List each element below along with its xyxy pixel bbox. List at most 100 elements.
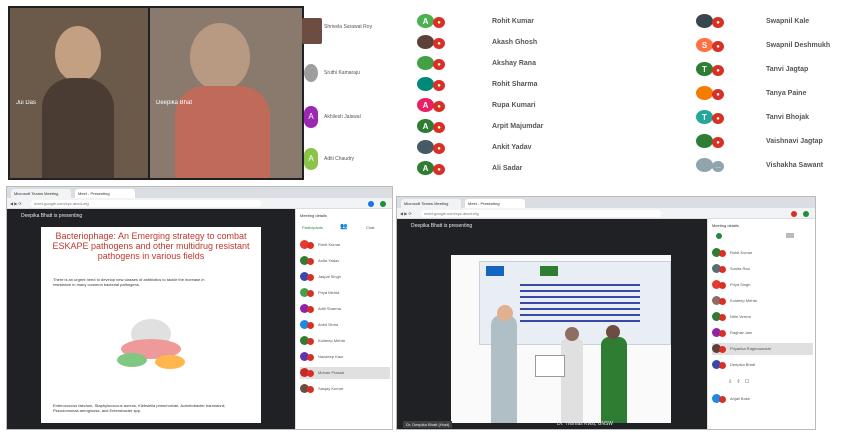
tab-participants[interactable]: Participants: [302, 225, 323, 230]
people-row[interactable]: Jaspal Singh: [300, 271, 390, 283]
people-row[interactable]: Priya Singh: [712, 279, 813, 291]
slide: Bacteriophage: An Emerging strategy to c…: [41, 227, 261, 423]
certificate-image: [535, 355, 565, 377]
participant-row[interactable]: A ● Ali Sadar: [417, 159, 667, 177]
footer-caption: Dr. Deepika Bhatt (Host): [403, 421, 453, 428]
people-row[interactable]: Anita Yadav: [300, 255, 390, 267]
mic-muted-icon: ●: [712, 41, 724, 52]
participant-name: Swapnil Deshmukh: [766, 42, 831, 49]
participant-row[interactable]: A ● Rohit Kumar: [417, 12, 667, 30]
video-tile-2[interactable]: Deepika Bhat: [150, 8, 302, 178]
people-row[interactable]: Raghav Jain: [712, 327, 813, 339]
participant-row[interactable]: ● Tanya Paine: [696, 84, 861, 104]
browser-tab[interactable]: Meet - Presenting: [465, 199, 525, 208]
avatar: [417, 56, 434, 70]
people-row[interactable]: Aditi Sharma: [300, 303, 390, 315]
people-name: Deepika Bhatt: [730, 362, 756, 367]
participant-row[interactable]: ● Akash Ghosh: [417, 33, 667, 51]
extension-icon[interactable]: [368, 201, 374, 207]
slide-title: Bacteriophage: An Emerging strategy to c…: [52, 231, 250, 261]
side-tile-3[interactable]: A Akhilesh Jaiswal: [300, 100, 370, 136]
participant-row[interactable]: ● Ankit Yadav: [417, 138, 667, 156]
people-icon[interactable]: 👥: [340, 223, 347, 230]
participant-row[interactable]: … Vishakha Sawant: [696, 156, 861, 176]
people-row[interactable]: Navdeep Kaur: [300, 351, 390, 363]
participant-name: Ankit Yadav: [492, 144, 532, 151]
browser-tab[interactable]: Microsoft Teams Meeting: [11, 189, 71, 198]
people-row[interactable]: Anjali Bose: [712, 393, 813, 405]
mic-muted-icon: [307, 338, 314, 345]
people-name: Priya Singh: [730, 282, 751, 287]
people-row[interactable]: Deepika Bhatt: [712, 359, 813, 371]
banner-logos: [486, 266, 666, 276]
mic-muted-icon: [719, 298, 726, 305]
side-tile-name: Akhilesh Jaiswal: [324, 114, 361, 120]
participants-list-right: ● Swapnil Kale S ● Swapnil Deshmukh T ● …: [690, 4, 862, 180]
participant-row[interactable]: T ● Tanvi Jagtap: [696, 60, 861, 80]
participant-row[interactable]: ● Akshay Rana: [417, 54, 667, 72]
pagination-controls[interactable]: ⇩ ⇧ ☐: [728, 379, 749, 385]
profile-icon[interactable]: [380, 201, 386, 207]
url-input[interactable]: meet.google.com/xyz-abcd-efg: [421, 210, 661, 217]
mic-muted-icon: [307, 290, 314, 297]
browser-tab[interactable]: Microsoft Teams Meeting: [401, 199, 461, 208]
participant-name: Vaishnavi Jagtap: [766, 138, 823, 145]
participant-name: Akash Ghosh: [492, 39, 538, 46]
mic-muted-icon: ●: [433, 101, 445, 112]
people-row[interactable]: Sanjay Kumar: [300, 383, 390, 395]
avatar: T: [696, 62, 713, 76]
people-row[interactable]: Kuldeep Mehta: [712, 295, 813, 307]
participant-name: Ali Sadar: [492, 165, 523, 172]
mic-muted-icon: [307, 386, 314, 393]
people-row[interactable]: Mohan Prasad: [300, 367, 390, 379]
avatar: [696, 86, 713, 100]
participant-row[interactable]: ● Vaishnavi Jagtap: [696, 132, 861, 152]
side-tile-2[interactable]: Sruthi Kamaraju: [300, 56, 370, 92]
people-row[interactable]: Ankit Sinha: [300, 319, 390, 331]
photo-caption: Dr. Thomas Kvist, UNSW: [557, 421, 614, 427]
participant-row[interactable]: S ● Swapnil Deshmukh: [696, 36, 861, 56]
tab-chat[interactable]: Chat: [366, 225, 374, 230]
extension-icon[interactable]: [791, 211, 797, 217]
participant-name: Tanya Paine: [766, 90, 807, 97]
people-row[interactable]: Sunita Rao: [712, 263, 813, 275]
people-name: Rohit Kumar: [318, 242, 341, 247]
side-tile-1[interactable]: Shrivela Sarawat Roy: [300, 14, 372, 50]
avatar: S: [696, 38, 713, 52]
people-name: Nitin Verma: [730, 314, 751, 319]
avatar: [696, 158, 713, 172]
participant-name: Rupa Kumari: [492, 102, 536, 109]
participant-row[interactable]: A ● Rupa Kumari: [417, 96, 667, 114]
people-row[interactable]: Priyanka Raghuwanshi: [712, 343, 813, 355]
mic-muted-icon: [719, 314, 726, 321]
participant-row[interactable]: ● Rohit Sharma: [417, 75, 667, 93]
participant-name: Tanvi Bhojak: [766, 114, 810, 121]
nav-icons[interactable]: ◀ ▶ ⟳: [10, 201, 22, 206]
people-panel-title: Meeting details: [712, 223, 739, 228]
participant-row[interactable]: A ● Arpit Majumdar: [417, 117, 667, 135]
mic-muted-icon: [719, 362, 726, 369]
mic-muted-icon: ●: [712, 65, 724, 76]
url-input[interactable]: meet.google.com/xyz-abcd-efg: [31, 200, 261, 207]
profile-icon[interactable]: [803, 211, 809, 217]
video-tile-1[interactable]: Jui Das: [10, 8, 148, 178]
browser-tab[interactable]: Meet - Presenting: [75, 189, 135, 198]
participant-name: Vishakha Sawant: [766, 162, 824, 169]
people-row[interactable]: Rohit Kumar: [712, 247, 813, 259]
mic-muted-icon: [307, 306, 314, 313]
people-row[interactable]: Kuldeep Mehta: [300, 335, 390, 347]
person-image: [601, 337, 627, 423]
side-tile-4[interactable]: A Aditi Chaudry: [300, 142, 370, 178]
people-row[interactable]: Nitin Verma: [712, 311, 813, 323]
mic-muted-icon: [719, 396, 726, 403]
nav-icons[interactable]: ◀ ▶ ⟳: [400, 211, 412, 216]
people-row[interactable]: Priya Mehta: [300, 287, 390, 299]
avatar: [302, 18, 322, 44]
people-row[interactable]: Rohit Kumar: [300, 239, 390, 251]
avatar: [417, 35, 434, 49]
participant-row[interactable]: ● Swapnil Kale: [696, 12, 861, 32]
people-icon[interactable]: [716, 233, 722, 239]
participant-row[interactable]: T ● Tanvi Bhojak: [696, 108, 861, 128]
chat-icon[interactable]: [786, 233, 794, 238]
side-tile-name: Sruthi Kamaraju: [324, 70, 360, 76]
